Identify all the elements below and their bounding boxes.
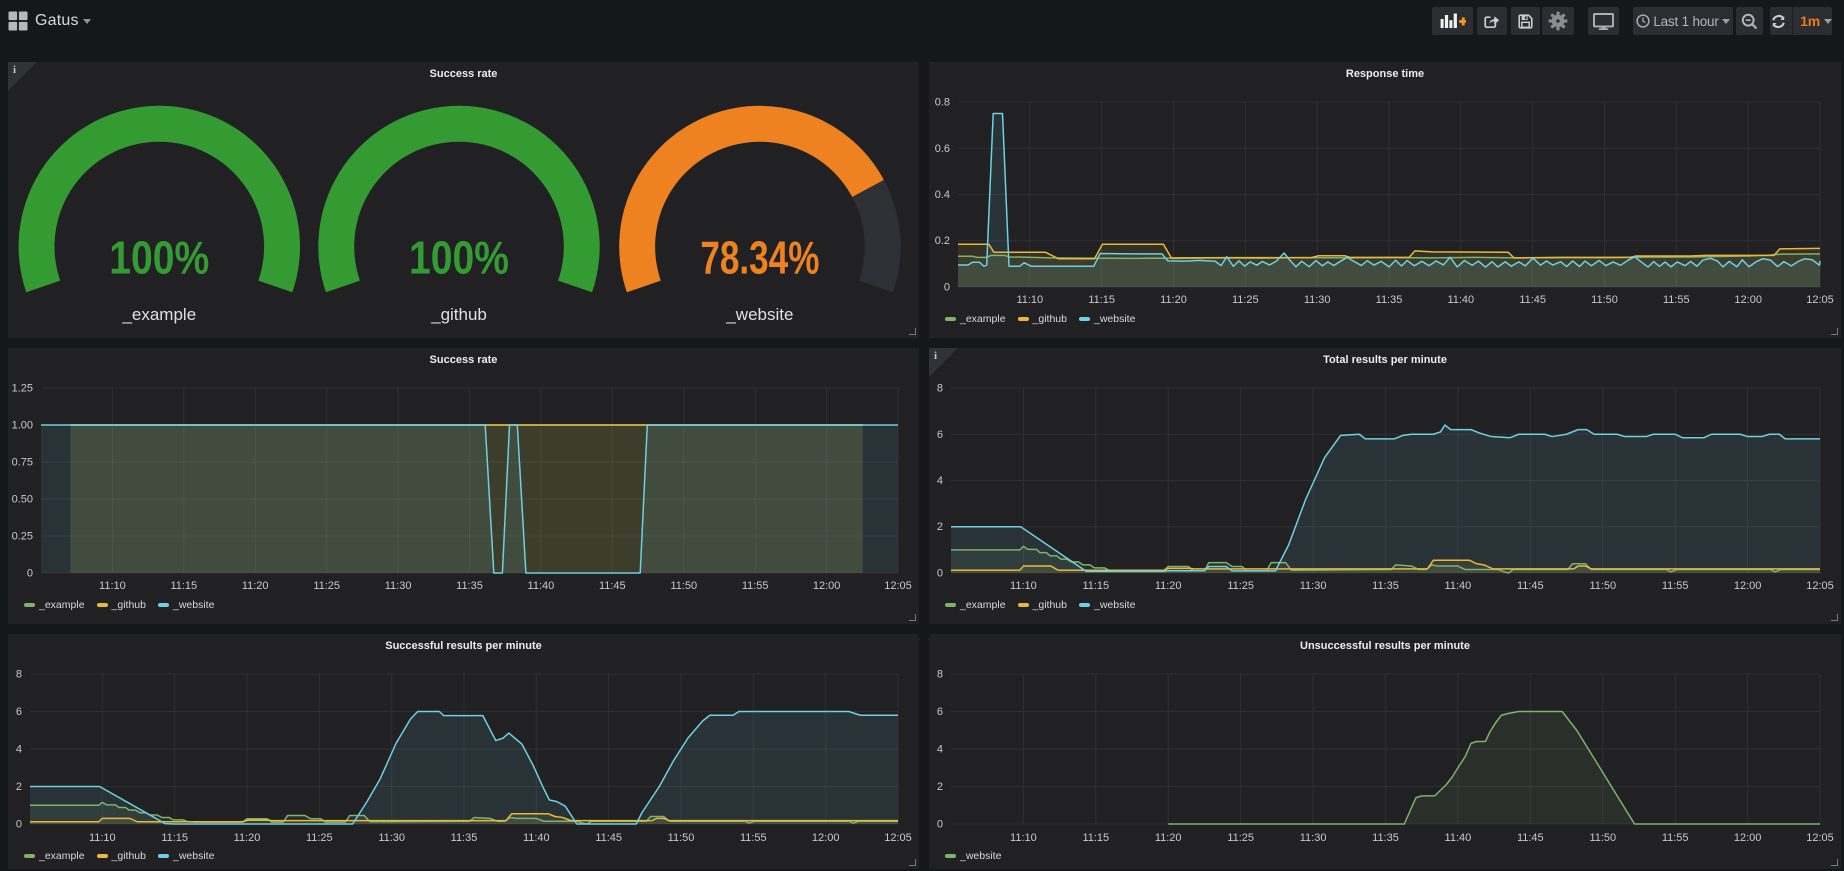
svg-text:11:55: 11:55: [1662, 832, 1689, 844]
svg-text:11:45: 11:45: [599, 580, 626, 592]
svg-text:4: 4: [16, 744, 22, 756]
svg-text:0.25: 0.25: [12, 531, 33, 543]
svg-text:11:10: 11:10: [89, 832, 116, 844]
svg-text:4: 4: [937, 475, 943, 487]
svg-text:11:45: 11:45: [1517, 832, 1544, 844]
svg-text:8: 8: [16, 669, 22, 681]
svg-text:11:30: 11:30: [385, 580, 412, 592]
svg-text:_github: _github: [430, 305, 487, 324]
svg-text:11:50: 11:50: [1589, 580, 1616, 592]
svg-text:11:15: 11:15: [1088, 294, 1115, 306]
svg-text:11:20: 11:20: [1155, 832, 1182, 844]
svg-text:12:00: 12:00: [1734, 832, 1762, 844]
svg-text:2: 2: [937, 521, 943, 533]
svg-text:2: 2: [937, 781, 943, 793]
svg-text:0.8: 0.8: [935, 97, 950, 109]
svg-text:12:05: 12:05: [884, 580, 912, 592]
svg-text:11:55: 11:55: [740, 832, 767, 844]
svg-text:_example: _example: [121, 305, 196, 324]
svg-text:11:55: 11:55: [1663, 294, 1690, 306]
svg-text:11:55: 11:55: [1662, 580, 1689, 592]
svg-text:12:00: 12:00: [1734, 580, 1762, 592]
svg-text:12:00: 12:00: [813, 580, 841, 592]
svg-text:0: 0: [937, 568, 943, 580]
svg-text:11:15: 11:15: [1082, 580, 1109, 592]
svg-text:11:20: 11:20: [1160, 294, 1187, 306]
svg-text:11:20: 11:20: [242, 580, 269, 592]
svg-text:11:40: 11:40: [523, 832, 550, 844]
svg-text:11:25: 11:25: [306, 832, 333, 844]
svg-text:6: 6: [16, 706, 22, 718]
svg-text:11:30: 11:30: [1300, 580, 1327, 592]
svg-text:11:50: 11:50: [668, 832, 695, 844]
svg-text:8: 8: [937, 669, 943, 681]
svg-text:0.4: 0.4: [935, 189, 950, 201]
svg-text:11:45: 11:45: [1517, 580, 1544, 592]
svg-text:11:35: 11:35: [456, 580, 483, 592]
svg-text:100%: 100%: [409, 232, 509, 284]
svg-text:11:40: 11:40: [1445, 832, 1472, 844]
svg-text:1.00: 1.00: [12, 420, 33, 432]
svg-text:11:40: 11:40: [1445, 580, 1472, 592]
svg-text:12:05: 12:05: [884, 832, 912, 844]
svg-text:11:35: 11:35: [1372, 832, 1399, 844]
svg-text:0: 0: [937, 819, 943, 831]
svg-text:11:25: 11:25: [313, 580, 340, 592]
svg-text:1.25: 1.25: [12, 383, 33, 395]
svg-text:11:40: 11:40: [1447, 294, 1474, 306]
svg-text:8: 8: [937, 383, 943, 395]
svg-text:11:35: 11:35: [1376, 294, 1403, 306]
svg-text:11:50: 11:50: [1591, 294, 1618, 306]
svg-text:11:25: 11:25: [1227, 580, 1254, 592]
svg-text:11:25: 11:25: [1227, 832, 1254, 844]
svg-text:11:50: 11:50: [1589, 832, 1616, 844]
svg-text:11:55: 11:55: [742, 580, 769, 592]
svg-text:11:35: 11:35: [451, 832, 478, 844]
svg-text:11:45: 11:45: [1519, 294, 1546, 306]
svg-text:11:50: 11:50: [670, 580, 697, 592]
svg-text:12:05: 12:05: [1806, 580, 1834, 592]
svg-text:0.2: 0.2: [935, 235, 950, 247]
svg-text:11:40: 11:40: [528, 580, 555, 592]
svg-text:11:45: 11:45: [595, 832, 622, 844]
svg-text:78.34%: 78.34%: [700, 232, 819, 284]
svg-text:11:20: 11:20: [234, 832, 261, 844]
svg-text:0.6: 0.6: [935, 143, 950, 155]
svg-text:4: 4: [937, 744, 943, 756]
svg-text:11:10: 11:10: [1016, 294, 1043, 306]
svg-text:100%: 100%: [109, 232, 209, 284]
svg-text:11:30: 11:30: [378, 832, 405, 844]
svg-text:11:10: 11:10: [1010, 832, 1037, 844]
svg-text:11:35: 11:35: [1372, 580, 1399, 592]
svg-text:6: 6: [937, 429, 943, 441]
svg-text:0: 0: [27, 568, 33, 580]
svg-text:12:00: 12:00: [1734, 294, 1762, 306]
svg-text:11:30: 11:30: [1304, 294, 1331, 306]
svg-text:0: 0: [944, 282, 950, 294]
svg-text:11:15: 11:15: [161, 832, 188, 844]
svg-text:11:30: 11:30: [1300, 832, 1327, 844]
svg-text:11:15: 11:15: [170, 580, 197, 592]
svg-text:11:25: 11:25: [1232, 294, 1259, 306]
svg-text:0.50: 0.50: [12, 494, 33, 506]
svg-text:0: 0: [16, 819, 22, 831]
svg-text:12:05: 12:05: [1806, 294, 1834, 306]
svg-text:11:15: 11:15: [1082, 832, 1109, 844]
svg-text:_website: _website: [725, 305, 793, 324]
svg-text:12:05: 12:05: [1806, 832, 1834, 844]
svg-text:12:00: 12:00: [812, 832, 840, 844]
svg-text:2: 2: [16, 781, 22, 793]
svg-text:11:20: 11:20: [1155, 580, 1182, 592]
svg-text:6: 6: [937, 706, 943, 718]
svg-text:11:10: 11:10: [1010, 580, 1037, 592]
svg-text:11:10: 11:10: [99, 580, 126, 592]
svg-text:0.75: 0.75: [12, 457, 33, 469]
